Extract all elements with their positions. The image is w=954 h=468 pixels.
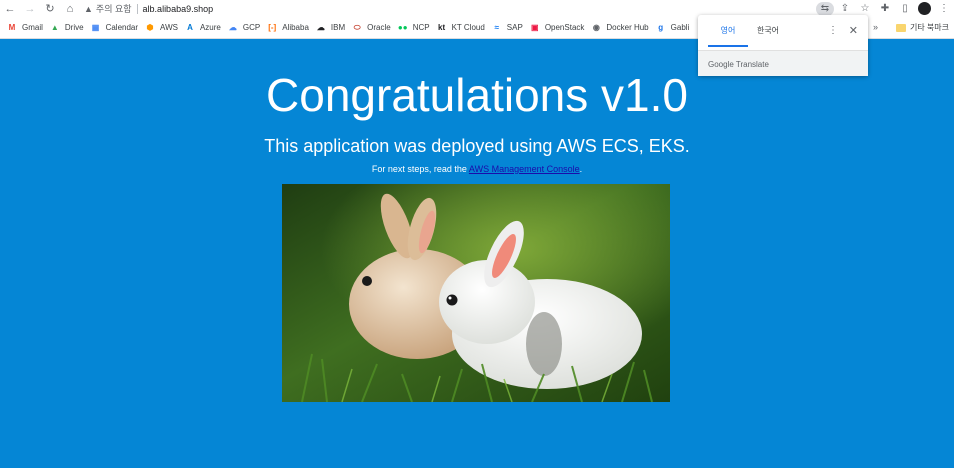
bookmark-openstack[interactable]: ▣ OpenStack: [530, 23, 585, 33]
bookmark-sap[interactable]: ≈ SAP: [492, 23, 523, 33]
bookmark-label: AWS: [160, 23, 178, 32]
other-bookmarks[interactable]: 기타 북마크: [895, 22, 949, 33]
bookmark-oracle[interactable]: ⬭ Oracle: [352, 23, 391, 33]
bookmark-label: Drive: [64, 23, 84, 32]
drive-icon: ▲: [50, 23, 59, 32]
back-arrow-icon[interactable]: ←: [0, 0, 20, 17]
openstack-icon: ▣: [531, 23, 539, 32]
alibaba-icon: [-]: [268, 23, 277, 32]
translate-popup: 영어 한국어 ⋮ ✕ Google Translate: [698, 15, 868, 76]
bookmark-alibaba[interactable]: [-] Alibaba: [267, 23, 309, 33]
bookmark-label: Gabli: [670, 23, 690, 32]
gcp-icon: ☁: [228, 23, 237, 32]
address-bar[interactable]: ▲ 주의 요함 alb.alibaba9.shop: [84, 1, 794, 16]
bookmark-label: NCP: [412, 23, 430, 32]
calendar-icon: ▦: [91, 23, 100, 32]
azure-icon: A: [187, 23, 193, 32]
bookmark-label: GCP: [242, 23, 261, 32]
page-headline: Congratulations v1.0: [266, 69, 688, 121]
bookmark-label: Calendar: [105, 23, 139, 32]
other-bookmarks-label: 기타 북마크: [909, 23, 949, 32]
ncp-icon: ●●: [397, 23, 408, 32]
kt-icon: kt: [438, 23, 446, 32]
home-icon[interactable]: ⌂: [60, 0, 80, 17]
bookmark-label: Oracle: [367, 23, 391, 32]
kebab-menu-icon[interactable]: ⋮: [828, 25, 838, 36]
steps-suffix: .: [579, 164, 583, 174]
bookmark-calendar[interactable]: ▦ Calendar: [91, 23, 138, 33]
gabli-icon: g: [658, 23, 664, 32]
sap-icon: ≈: [494, 23, 499, 32]
gmail-icon: M: [8, 23, 16, 32]
oracle-icon: ⬭: [353, 22, 361, 32]
forward-arrow-icon[interactable]: →: [20, 0, 40, 17]
bookmarks-overflow-icon[interactable]: »: [873, 22, 878, 32]
bookmark-gcp[interactable]: ☁ GCP: [228, 23, 260, 33]
bookmark-azure[interactable]: A Azure: [185, 23, 221, 33]
aws-console-link[interactable]: AWS Management Console: [469, 164, 580, 174]
language-tabs: 영어 한국어: [698, 15, 868, 47]
bookmark-label: Gmail: [22, 23, 43, 32]
reload-icon[interactable]: ↻: [40, 0, 60, 17]
folder-icon: [895, 23, 906, 32]
bookmark-label: KT Cloud: [451, 23, 485, 32]
bookmark-kt-cloud[interactable]: kt KT Cloud: [437, 23, 485, 33]
bunnies-photo: [282, 184, 670, 402]
steps-prefix: For next steps, read the: [371, 164, 469, 174]
page-content: Congratulations v1.0 This application wa…: [0, 40, 954, 468]
bunnies-photo-svg: [282, 184, 670, 402]
bookmark-ibm[interactable]: ☁ IBM: [316, 23, 345, 33]
bookmark-label: Docker Hub: [606, 23, 649, 32]
bookmark-label: Alibaba: [282, 23, 309, 32]
ibm-icon: ☁: [316, 23, 325, 32]
bookmark-drive[interactable]: ▲ Drive: [50, 23, 84, 33]
bookmark-gabli[interactable]: g Gabli: [656, 23, 690, 33]
divider: [136, 3, 138, 14]
aws-icon: ⬢: [146, 23, 154, 32]
translate-footer: Google Translate: [698, 50, 868, 76]
close-icon[interactable]: ✕: [849, 24, 858, 37]
page-subline: This application was deployed using AWS …: [264, 136, 690, 156]
avatar[interactable]: [918, 2, 931, 15]
security-label[interactable]: 주의 요함: [96, 2, 132, 15]
bookmark-ncp[interactable]: ●● NCP: [398, 23, 430, 33]
extensions-icon[interactable]: ✚: [875, 0, 895, 17]
warning-icon[interactable]: ▲: [84, 4, 93, 14]
kebab-menu-icon[interactable]: ⋮: [934, 0, 954, 17]
bookmark-docker-hub[interactable]: ◉ Docker Hub: [591, 23, 649, 33]
url-text[interactable]: alb.alibaba9.shop: [143, 4, 214, 14]
tab-english[interactable]: 영어: [708, 15, 748, 47]
docker-icon: ◉: [592, 23, 600, 32]
bookmark-label: OpenStack: [544, 23, 585, 32]
translate-icon[interactable]: ⇆: [816, 1, 834, 16]
next-steps-text: For next steps, read the AWS Management …: [0, 163, 954, 175]
bookmark-gmail[interactable]: M Gmail: [7, 23, 43, 33]
bookmark-label: SAP: [506, 23, 523, 32]
bookmark-label: IBM: [330, 23, 346, 32]
bookmark-label: Azure: [199, 23, 221, 32]
tab-korean[interactable]: 한국어: [748, 15, 788, 47]
bookmark-aws[interactable]: ⬢ AWS: [145, 23, 178, 33]
side-panel-icon[interactable]: ▯: [895, 0, 915, 17]
